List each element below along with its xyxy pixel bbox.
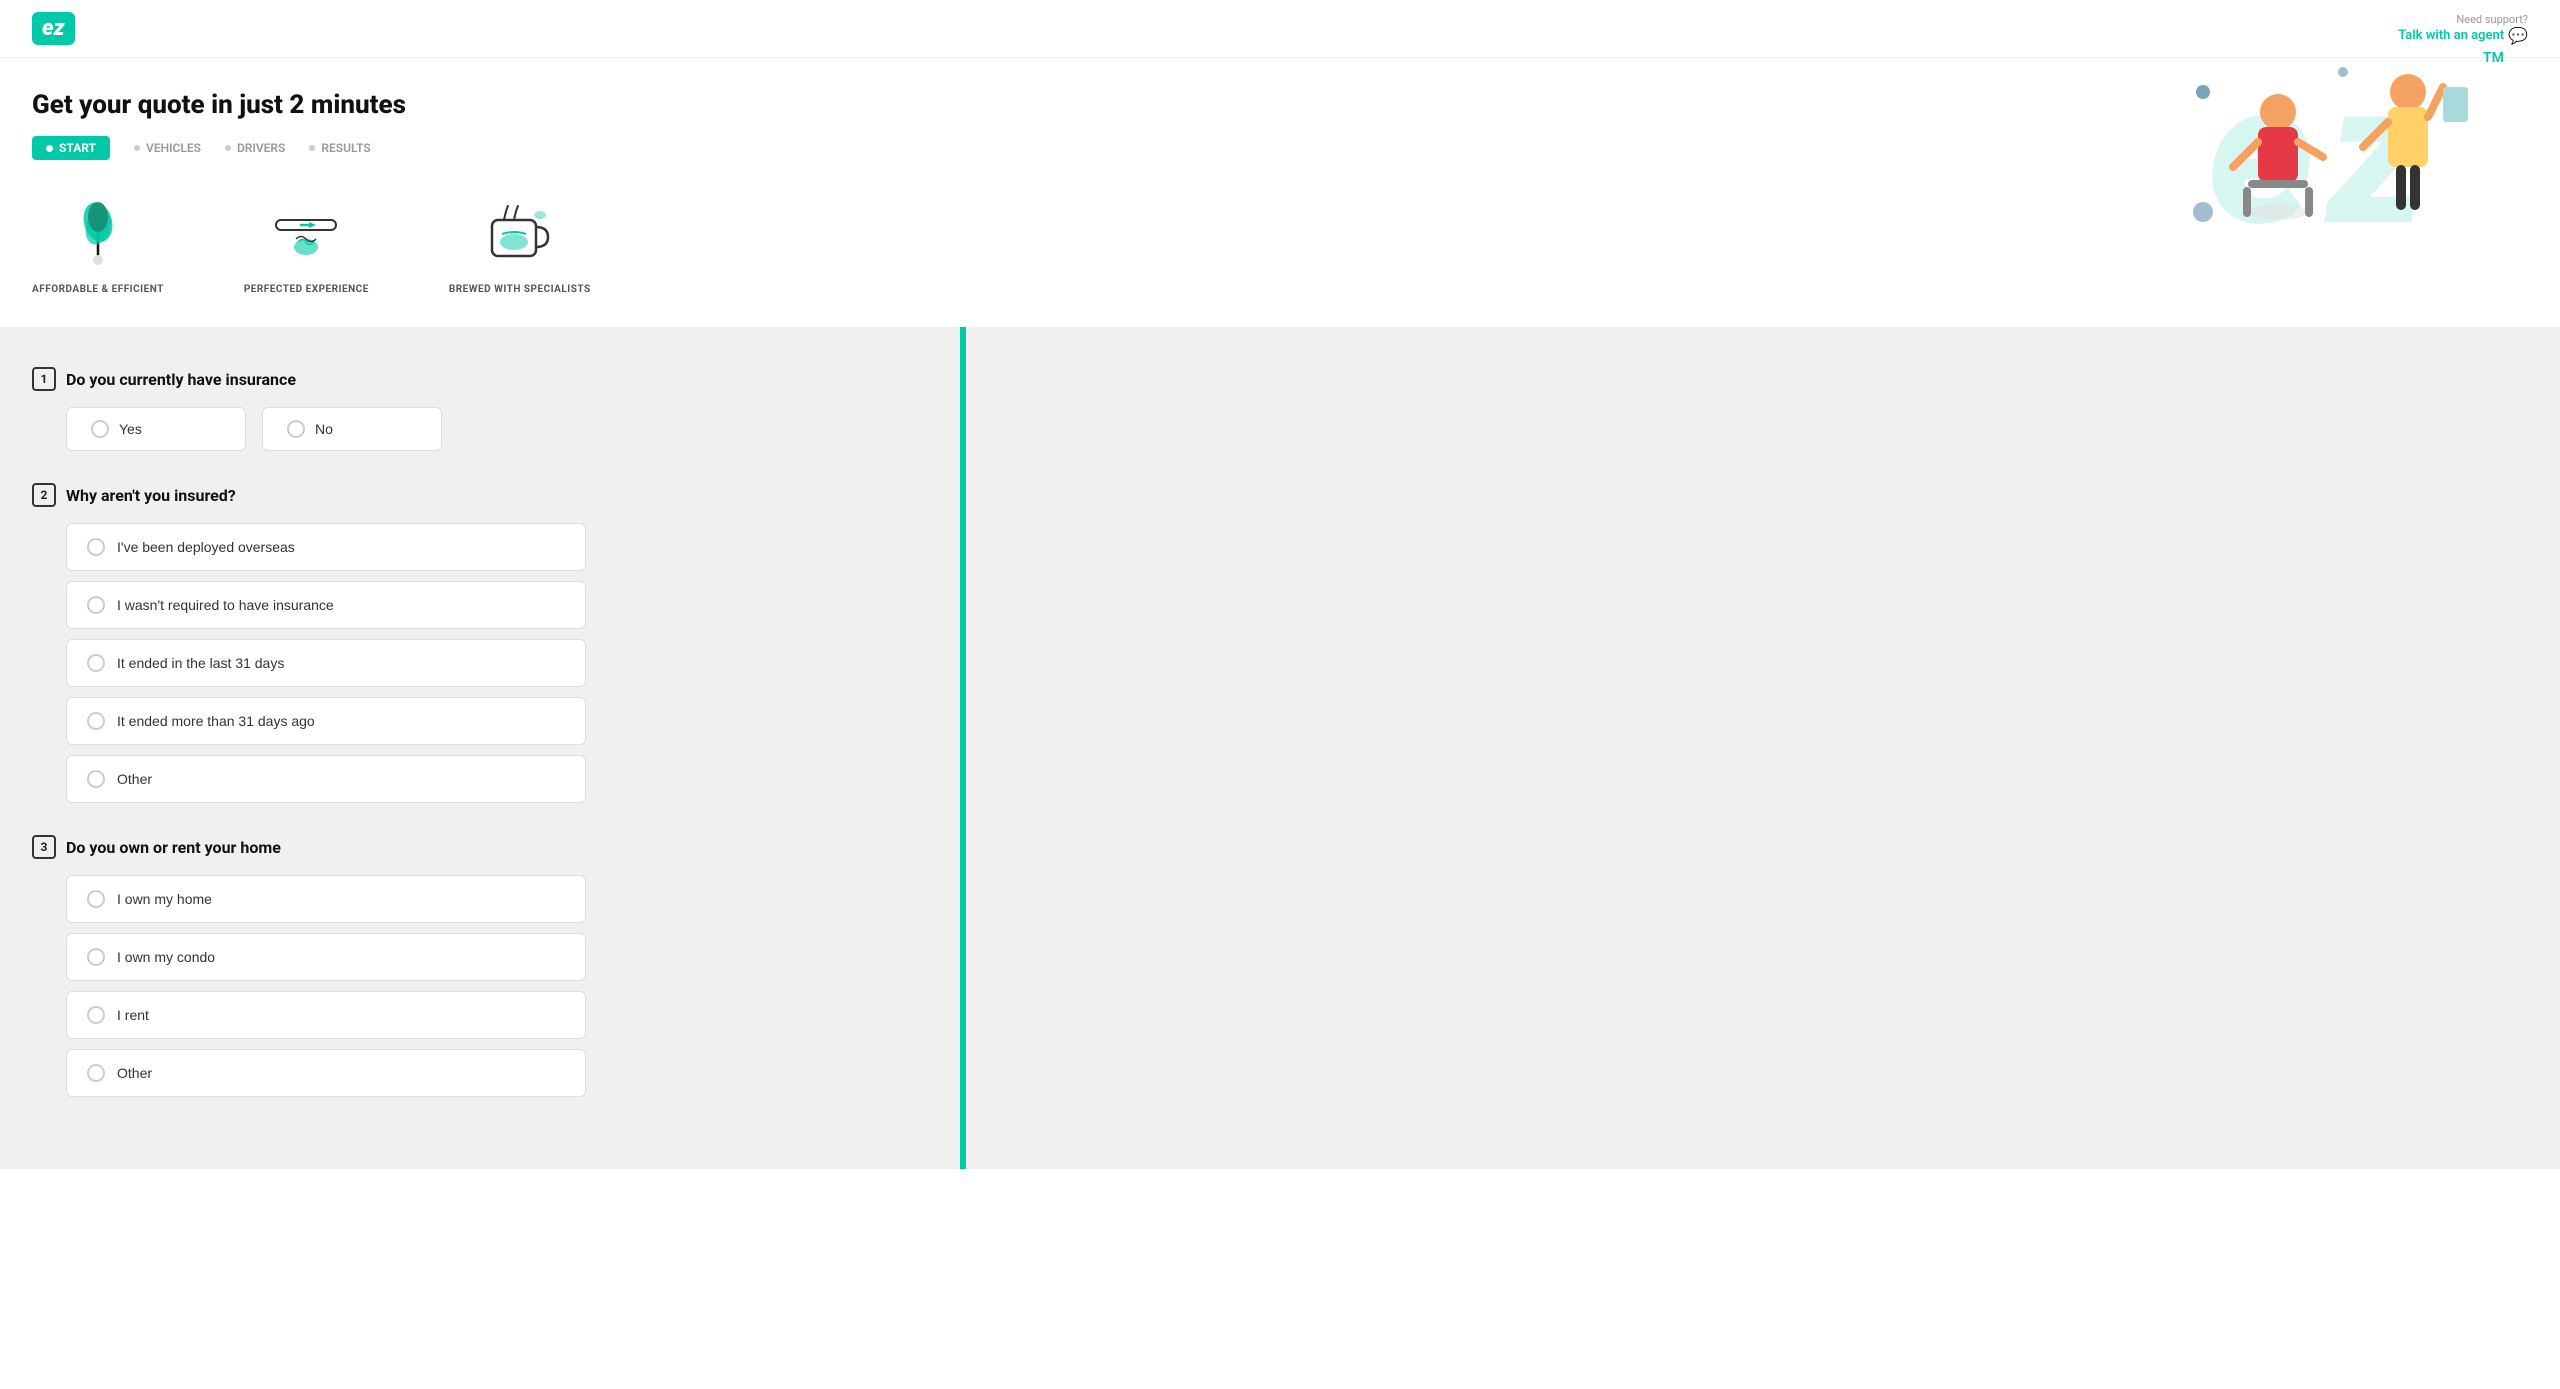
feature-perfected-label: PERFECTED EXPERIENCE (244, 284, 369, 295)
radio-yes (91, 420, 109, 438)
radio-no (287, 420, 305, 438)
option-not-required-label: I wasn't required to have insurance (117, 597, 334, 613)
option-not-required-button[interactable]: I wasn't required to have insurance (66, 581, 586, 629)
step-vehicles-dot (134, 145, 140, 151)
features-row: AFFORDABLE & EFFICIENT PERFECTED EXPERIE… (0, 192, 2560, 327)
option-yes-label: Yes (119, 421, 142, 437)
questions-panel: 1 Do you currently have insurance Yes No… (0, 327, 960, 1169)
hero-illustration: e z TM (2148, 32, 2528, 252)
radio-other (87, 770, 105, 788)
plant-icon (58, 192, 138, 272)
radio-home-other (87, 1064, 105, 1082)
question-2-header: 2 Why aren't you insured? (32, 483, 928, 507)
step-start-dot (46, 145, 53, 152)
option-yes-button[interactable]: Yes (66, 407, 246, 451)
question-2-text: Why aren't you insured? (66, 486, 236, 505)
step-results-dot (309, 145, 315, 151)
need-support-label: Need support? (2398, 13, 2528, 26)
step-vehicles-label: VEHICLES (146, 141, 201, 155)
option-no-button[interactable]: No (262, 407, 442, 451)
step-start-label: START (59, 141, 96, 155)
mug-icon (480, 192, 560, 272)
question-3-number: 3 (32, 835, 56, 859)
radio-not-required (87, 596, 105, 614)
step-results[interactable]: RESULTS (309, 141, 370, 155)
question-3-text: Do you own or rent your home (66, 838, 281, 857)
option-ended-31-button[interactable]: It ended in the last 31 days (66, 639, 586, 687)
option-deployed-label: I've been deployed overseas (117, 539, 295, 555)
option-own-condo-label: I own my condo (117, 949, 215, 965)
option-home-other-button[interactable]: Other (66, 1049, 586, 1097)
question-2-block: 2 Why aren't you insured? I've been depl… (32, 483, 928, 803)
question-1-number: 1 (32, 367, 56, 391)
step-drivers[interactable]: DRIVERS (225, 141, 285, 155)
logo-wrapper: ez (32, 12, 75, 45)
radio-own-condo (87, 948, 105, 966)
radio-ended-31 (87, 654, 105, 672)
option-ended-more-31-button[interactable]: It ended more than 31 days ago (66, 697, 586, 745)
radio-ended-more-31 (87, 712, 105, 730)
svg-text:TM: TM (2483, 50, 2504, 66)
question-2-options: I've been deployed overseas I wasn't req… (66, 523, 586, 803)
question-1-block: 1 Do you currently have insurance Yes No (32, 367, 928, 451)
feature-brewed: BREWED WITH SPECIALISTS (449, 192, 591, 295)
question-3-block: 3 Do you own or rent your home I own my … (32, 835, 928, 1097)
option-no-label: No (315, 421, 333, 437)
question-2-number: 2 (32, 483, 56, 507)
option-rent-button[interactable]: I rent (66, 991, 586, 1039)
question-1-text: Do you currently have insurance (66, 370, 296, 389)
option-own-home-button[interactable]: I own my home (66, 875, 586, 923)
step-results-label: RESULTS (321, 141, 370, 155)
logo-box: ez (32, 12, 75, 45)
logo-text: ez (42, 16, 65, 41)
right-panel (966, 327, 2560, 1169)
feature-perfected: PERFECTED EXPERIENCE (244, 192, 369, 295)
option-rent-label: I rent (117, 1007, 149, 1023)
main-content: 1 Do you currently have insurance Yes No… (0, 327, 2560, 1169)
option-own-home-label: I own my home (117, 891, 212, 907)
step-start[interactable]: START (32, 136, 110, 160)
option-other-label: Other (117, 771, 152, 787)
question-1-options: Yes No (66, 407, 928, 451)
step-vehicles[interactable]: VEHICLES (134, 141, 201, 155)
feature-affordable-label: AFFORDABLE & EFFICIENT (32, 284, 164, 295)
question-3-options: I own my home I own my condo I rent Othe… (66, 875, 586, 1097)
feature-brewed-label: BREWED WITH SPECIALISTS (449, 284, 591, 295)
radio-own-home (87, 890, 105, 908)
option-own-condo-button[interactable]: I own my condo (66, 933, 586, 981)
hero-illustration-svg: e z TM (2148, 32, 2528, 252)
question-1-header: 1 Do you currently have insurance (32, 367, 928, 391)
question-3-header: 3 Do you own or rent your home (32, 835, 928, 859)
pipeline-icon (266, 192, 346, 272)
radio-rent (87, 1006, 105, 1024)
step-drivers-label: DRIVERS (237, 141, 285, 155)
step-drivers-dot (225, 145, 231, 151)
feature-affordable: AFFORDABLE & EFFICIENT (32, 192, 164, 295)
radio-deployed (87, 538, 105, 556)
option-ended-more-31-label: It ended more than 31 days ago (117, 713, 315, 729)
option-deployed-button[interactable]: I've been deployed overseas (66, 523, 586, 571)
option-ended-31-label: It ended in the last 31 days (117, 655, 284, 671)
option-other-button[interactable]: Other (66, 755, 586, 803)
option-home-other-label: Other (117, 1065, 152, 1081)
